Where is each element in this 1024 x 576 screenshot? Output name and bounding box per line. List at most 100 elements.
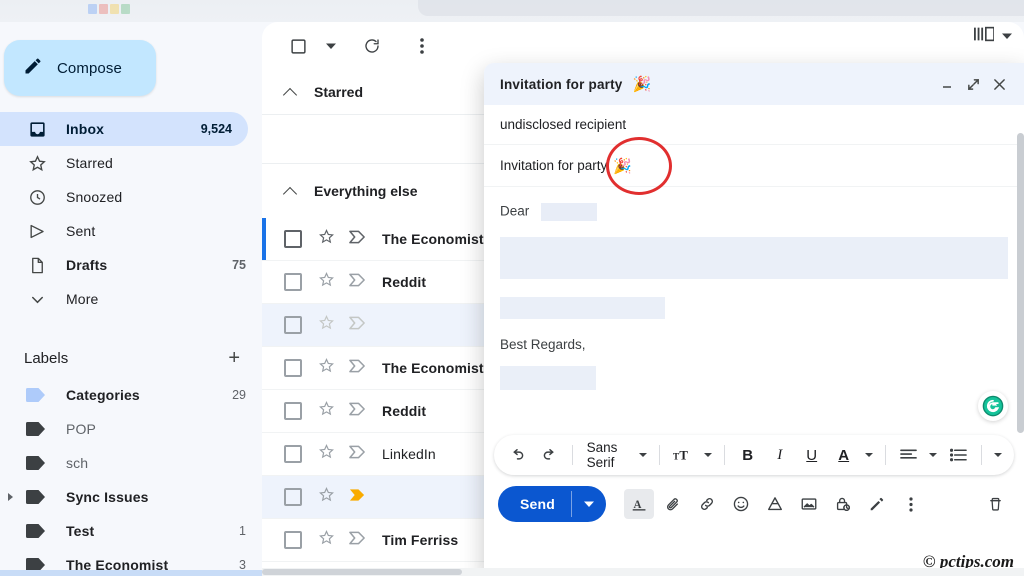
text-color-button[interactable]: A (829, 440, 859, 470)
compose-button[interactable]: Compose (4, 40, 156, 96)
important-marker-icon[interactable] (349, 316, 366, 335)
more-vertical-icon[interactable] (402, 26, 442, 66)
important-marker-icon[interactable] (349, 445, 366, 464)
sidebar-item-drafts[interactable]: Drafts 75 (0, 248, 262, 282)
sidebar-item-pop[interactable]: POP (0, 412, 262, 446)
sidebar-item-sync-issues[interactable]: Sync Issues (0, 480, 262, 514)
bold-button[interactable]: B (733, 440, 763, 470)
chevron-down-icon[interactable] (994, 453, 1002, 457)
svg-text:T: T (673, 452, 679, 462)
labels-list: Categories 29 POP sch (0, 378, 262, 576)
redo-icon[interactable] (534, 440, 564, 470)
send-button[interactable]: Send (498, 486, 606, 522)
star-icon[interactable] (318, 400, 335, 422)
select-all-checkbox[interactable] (278, 26, 318, 66)
sidebar-item-categories[interactable]: Categories 29 (0, 378, 262, 412)
plus-icon[interactable]: + (228, 348, 240, 368)
bulleted-list-icon[interactable] (943, 440, 973, 470)
underline-button[interactable]: U (797, 440, 827, 470)
chevron-down-icon[interactable] (322, 26, 340, 66)
align-icon[interactable] (893, 440, 923, 470)
body-greeting: Dear (500, 204, 529, 219)
minimize-icon[interactable] (934, 71, 960, 97)
paperclip-icon[interactable] (658, 489, 688, 519)
sidebar-item-sch[interactable]: sch (0, 446, 262, 480)
subject-field[interactable]: Invitation for party 🎉 (484, 145, 1024, 187)
grammarly-icon[interactable] (978, 391, 1008, 421)
refresh-icon[interactable] (352, 26, 392, 66)
important-marker-icon[interactable] (349, 402, 366, 421)
row-sender: The Economist (382, 360, 484, 376)
text-size-icon[interactable]: T T (668, 440, 698, 470)
emoji-icon[interactable] (726, 489, 756, 519)
insert-photo-icon[interactable] (794, 489, 824, 519)
reading-pane-control[interactable] (974, 26, 1012, 47)
compose-header[interactable]: Invitation for party 🎉 (484, 63, 1024, 105)
split-pane-icon[interactable] (974, 26, 994, 47)
italic-button[interactable]: I (765, 440, 795, 470)
sidebar-item-snoozed[interactable]: Snoozed (0, 180, 262, 214)
sidebar-item-label: sch (66, 455, 246, 471)
recipient-field[interactable]: undisclosed recipient (484, 105, 1024, 145)
star-icon[interactable] (318, 228, 335, 250)
sidebar-item-inbox[interactable]: Inbox 9,524 (0, 112, 248, 146)
send-button-label: Send (498, 496, 571, 512)
trash-icon[interactable] (980, 489, 1010, 519)
star-icon[interactable] (318, 486, 335, 508)
more-vertical-icon[interactable] (896, 489, 926, 519)
row-checkbox[interactable] (284, 402, 302, 420)
star-icon[interactable] (318, 443, 335, 465)
sidebar-item-starred[interactable]: Starred (0, 146, 262, 180)
important-marker-icon[interactable] (349, 531, 366, 550)
chevron-down-icon[interactable] (572, 499, 606, 509)
format-text-icon[interactable]: A (624, 489, 654, 519)
star-icon[interactable] (318, 271, 335, 293)
row-checkbox[interactable] (284, 316, 302, 334)
important-marker-icon[interactable] (349, 488, 366, 507)
compose-scrollbar[interactable] (1017, 133, 1024, 433)
redacted-name-block (541, 203, 597, 221)
star-icon[interactable] (318, 529, 335, 551)
chevron-down-icon[interactable] (865, 453, 873, 457)
sidebar-item-sent[interactable]: Sent (0, 214, 262, 248)
body-greeting-line: Dear (500, 203, 1008, 221)
font-family-select[interactable]: Sans Serif (581, 440, 634, 470)
sidebar-item-label: Sent (66, 223, 246, 239)
sidebar-item-test[interactable]: Test 1 (0, 514, 262, 548)
important-marker-icon[interactable] (349, 359, 366, 378)
search-input[interactable] (418, 0, 1024, 16)
row-checkbox[interactable] (284, 488, 302, 506)
horizontal-scrollbar[interactable] (262, 568, 1024, 576)
row-checkbox[interactable] (284, 273, 302, 291)
send-icon (26, 222, 48, 241)
label-tag-icon (26, 490, 48, 504)
link-icon[interactable] (692, 489, 722, 519)
redacted-signature-block (500, 366, 596, 390)
chevron-up-icon[interactable] (284, 86, 296, 98)
chevron-down-icon[interactable] (1002, 28, 1012, 46)
chevron-down-icon[interactable] (929, 453, 937, 457)
compose-title: Invitation for party 🎉 (500, 75, 934, 93)
compose-body[interactable]: Dear Best Regards, (484, 187, 1024, 435)
star-icon[interactable] (318, 357, 335, 379)
lock-clock-icon[interactable] (828, 489, 858, 519)
star-icon[interactable] (318, 314, 335, 336)
close-icon[interactable] (986, 71, 1012, 97)
undo-icon[interactable] (502, 440, 532, 470)
pen-icon[interactable] (862, 489, 892, 519)
chevron-down-icon[interactable] (704, 453, 712, 457)
chevron-down-icon[interactable] (639, 453, 647, 457)
sidebar-item-more[interactable]: More (0, 282, 262, 316)
pencil-icon (23, 56, 43, 81)
important-marker-icon[interactable] (349, 230, 366, 249)
expand-icon[interactable] (960, 71, 986, 97)
google-drive-icon[interactable] (760, 489, 790, 519)
important-marker-icon[interactable] (349, 273, 366, 292)
chevron-right-icon[interactable] (8, 493, 13, 501)
chevron-up-icon[interactable] (284, 185, 296, 197)
body-closing: Best Regards, (500, 337, 1008, 352)
row-checkbox[interactable] (284, 359, 302, 377)
row-checkbox[interactable] (284, 531, 302, 549)
row-checkbox[interactable] (284, 230, 302, 248)
row-checkbox[interactable] (284, 445, 302, 463)
